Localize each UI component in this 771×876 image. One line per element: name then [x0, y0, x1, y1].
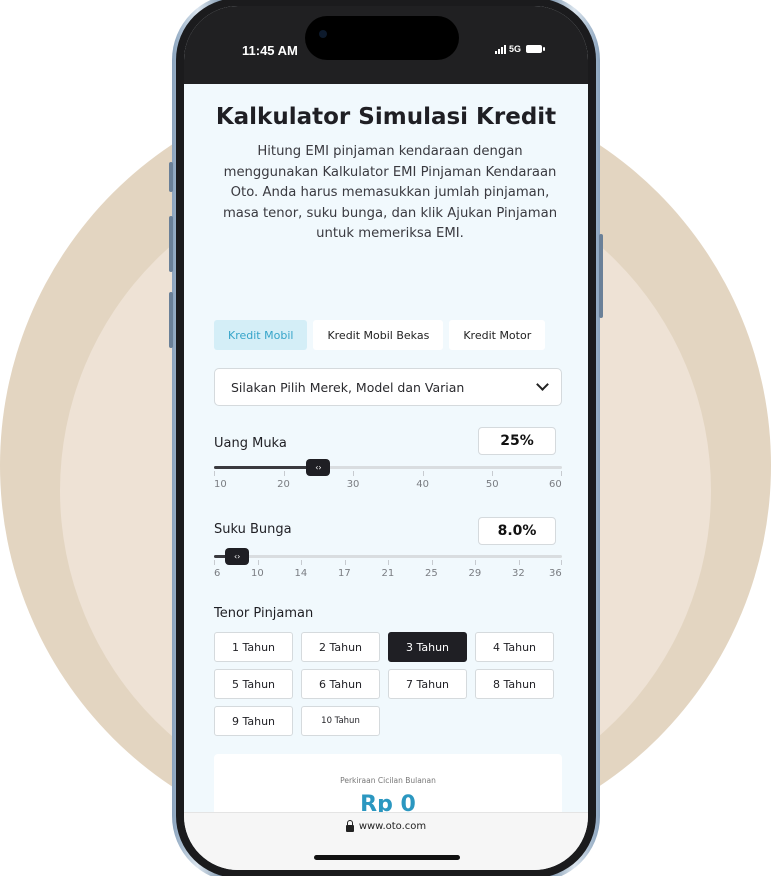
- slider-tick-label: 21: [381, 568, 395, 579]
- monthly-installment-card: Perkiraan Cicilan Bulanan Rp 0: [214, 754, 562, 818]
- slider-tick-label: 40: [416, 479, 430, 490]
- tab-kredit-mobil[interactable]: Kredit Mobil: [214, 320, 308, 350]
- vehicle-select-placeholder: Silakan Pilih Merek, Model dan Varian: [231, 379, 465, 395]
- phone-body: 11:45 AM 5G Kalkulator Simulasi Kredit H…: [176, 0, 596, 876]
- slider-tick-label: 25: [425, 568, 438, 579]
- slider-tick-mark: [301, 560, 302, 565]
- down-payment-value[interactable]: 25%: [478, 427, 556, 455]
- tenor-option[interactable]: 3 Tahun: [388, 632, 467, 662]
- tenor-option[interactable]: 2 Tahun: [301, 632, 380, 662]
- chevron-down-icon: [536, 378, 549, 391]
- tenor-option[interactable]: 9 Tahun: [214, 706, 293, 736]
- slider-tick-mark: [422, 471, 424, 476]
- tab-kredit-motor[interactable]: Kredit Motor: [449, 320, 546, 350]
- interest-rate-label: Suku Bunga: [214, 522, 292, 537]
- slider-tick-mark: [561, 560, 562, 565]
- slider-tick-label: 14: [294, 568, 308, 579]
- dynamic-island: [305, 16, 459, 60]
- slider-tick-mark: [561, 471, 562, 476]
- slider-thumb[interactable]: ‹›: [225, 548, 250, 565]
- network-label: 5G: [508, 44, 521, 54]
- slider-tick-label: 60: [549, 479, 562, 490]
- slider-ticks: [214, 560, 562, 566]
- slider-tick-label: 6: [214, 568, 221, 579]
- tenor-option[interactable]: 5 Tahun: [214, 669, 293, 699]
- slider-tick-label: 32: [512, 568, 525, 579]
- signal-icon: [494, 44, 506, 54]
- slider-tick-labels: 10 20 30 40 50 60: [214, 479, 562, 493]
- slider-tick-labels: 6 10 14 17 21 25 29 32 36: [214, 568, 562, 582]
- phone-screen: 11:45 AM 5G Kalkulator Simulasi Kredit H…: [184, 6, 588, 870]
- power-button: [599, 234, 603, 318]
- vehicle-select[interactable]: Silakan Pilih Merek, Model dan Varian: [214, 368, 562, 406]
- interest-rate-value[interactable]: 8.0%: [478, 517, 556, 545]
- slider-tick-mark: [283, 471, 285, 476]
- tenor-options: 1 Tahun 2 Tahun 3 Tahun 4 Tahun 5 Tahun …: [214, 632, 558, 736]
- tenor-label: Tenor Pinjaman: [214, 606, 314, 621]
- browser-url-bar[interactable]: www.oto.com: [184, 812, 588, 870]
- tenor-option[interactable]: 10 Tahun: [301, 706, 380, 736]
- slider-tick-label: 10: [214, 479, 227, 490]
- phone-frame: 11:45 AM 5G Kalkulator Simulasi Kredit H…: [169, 0, 603, 876]
- slider-tick-label: 29: [468, 568, 482, 579]
- down-payment-slider[interactable]: 10 20 30 40 50 60 ‹›: [214, 458, 562, 498]
- slider-tick-mark: [257, 560, 259, 565]
- slider-tick-label: 30: [346, 479, 360, 490]
- status-indicators: 5G: [494, 44, 545, 54]
- tenor-option[interactable]: 8 Tahun: [475, 669, 554, 699]
- home-indicator[interactable]: [314, 855, 460, 860]
- page-title: Kalkulator Simulasi Kredit: [215, 104, 557, 130]
- slider-tick-label: 50: [485, 479, 499, 490]
- slider-tick-label: 10: [251, 568, 264, 579]
- volume-down-button: [169, 292, 173, 348]
- slider-tick-label: 17: [338, 568, 351, 579]
- slider-tick-mark: [492, 471, 494, 476]
- slider-tick-mark: [214, 471, 215, 476]
- battery-icon: [526, 45, 545, 53]
- tab-kredit-mobil-bekas[interactable]: Kredit Mobil Bekas: [313, 320, 444, 350]
- slider-tick-mark: [344, 560, 346, 565]
- camera-icon: [319, 30, 327, 38]
- slider-tick-mark: [214, 560, 215, 565]
- tenor-option[interactable]: 4 Tahun: [475, 632, 554, 662]
- slider-tick-mark: [518, 560, 520, 565]
- slider-tick-label: 36: [549, 568, 562, 579]
- slider-tick-mark: [431, 560, 433, 565]
- stage: 11:45 AM 5G Kalkulator Simulasi Kredit H…: [0, 0, 771, 876]
- volume-up-button: [169, 216, 173, 272]
- interest-rate-slider[interactable]: 6 10 14 17 21 25 29 32 36 ‹›: [214, 547, 562, 587]
- url-text: www.oto.com: [358, 821, 427, 832]
- slider-ticks: [214, 471, 562, 477]
- status-bar: 11:45 AM 5G: [184, 6, 588, 84]
- page-content: Kalkulator Simulasi Kredit Hitung EMI pi…: [184, 84, 588, 818]
- slider-tick-mark: [388, 560, 389, 565]
- slider-track: [214, 555, 562, 558]
- mute-switch: [169, 162, 173, 192]
- lock-icon: [345, 819, 354, 832]
- status-time: 11:45 AM: [242, 43, 298, 58]
- tenor-option[interactable]: 7 Tahun: [388, 669, 467, 699]
- page-description: Hitung EMI pinjaman kendaraan dengan men…: [222, 144, 558, 241]
- monthly-installment-label: Perkiraan Cicilan Bulanan: [340, 776, 436, 785]
- slider-tick-mark: [353, 471, 355, 476]
- tenor-option[interactable]: 1 Tahun: [214, 632, 293, 662]
- slider-tick-mark: [475, 560, 476, 565]
- slider-fill: [214, 466, 319, 469]
- slider-tick-label: 20: [277, 479, 290, 490]
- loan-type-tabs: Kredit Mobil Kredit Mobil Bekas Kredit M…: [214, 320, 546, 350]
- down-payment-label: Uang Muka: [214, 436, 287, 451]
- tenor-option[interactable]: 6 Tahun: [301, 669, 380, 699]
- slider-thumb[interactable]: ‹›: [306, 459, 331, 476]
- url-display[interactable]: www.oto.com: [184, 819, 588, 832]
